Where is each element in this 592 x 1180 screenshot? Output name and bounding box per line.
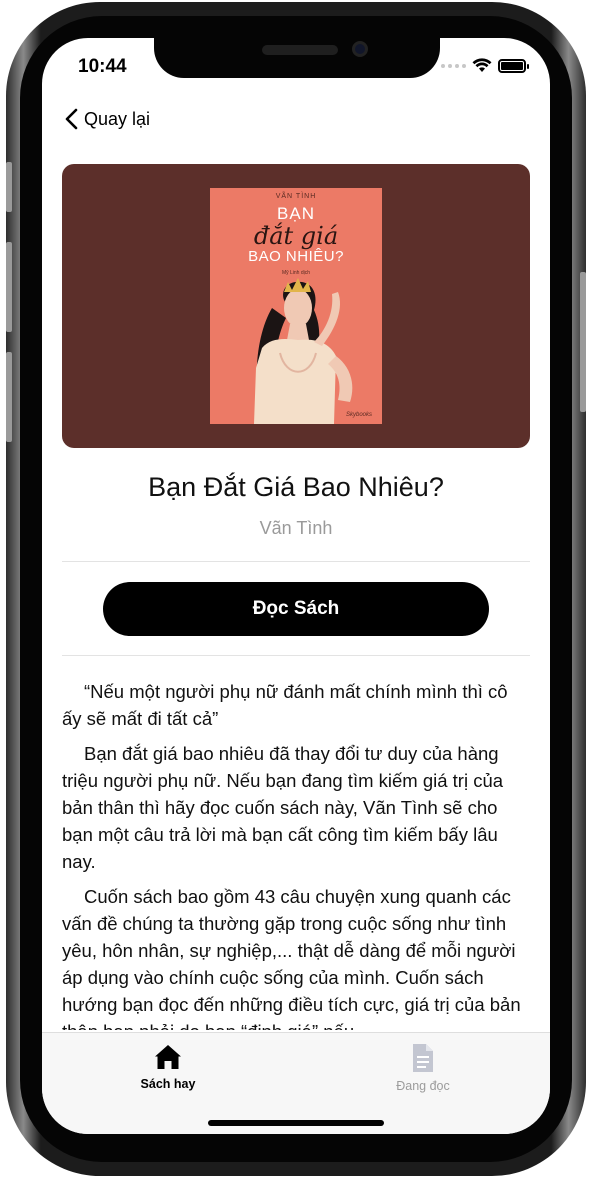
description-paragraph: Cuốn sách bao gồm 43 câu chuyện xung qua… (62, 886, 521, 1030)
wifi-icon (472, 58, 492, 72)
home-icon (155, 1045, 181, 1069)
home-indicator (208, 1120, 384, 1126)
status-icons (441, 58, 529, 73)
front-camera (352, 41, 368, 57)
app-screen: 10:44 Quay lại VÃN TÌNH BẠN đắt giá BAO … (42, 38, 550, 1134)
chevron-left-icon (65, 108, 78, 130)
read-book-button[interactable]: Đọc Sách (103, 582, 489, 636)
notch (154, 38, 440, 78)
battery-icon (498, 58, 529, 73)
document-icon (413, 1044, 433, 1072)
cover-card: VÃN TÌNH BẠN đắt giá BAO NHIÊU? Mỹ Linh … (62, 164, 530, 448)
tab-label: Sách hay (140, 1077, 196, 1091)
back-label: Quay lại (84, 108, 151, 129)
tab-dang-doc[interactable]: Đang đọc (358, 1043, 488, 1093)
status-time: 10:44 (78, 56, 127, 77)
divider (62, 561, 530, 562)
cover-illustration (254, 278, 353, 424)
book-title: Bạn Đắt Giá Bao Nhiêu? (148, 472, 444, 502)
tab-label: Đang đọc (396, 1079, 450, 1093)
book-author: Vãn Tình (259, 518, 333, 538)
power-button (580, 272, 586, 412)
back-button[interactable]: Quay lại (64, 104, 150, 134)
mute-switch (6, 162, 12, 212)
tab-bar: Sách hay Đang đọc (42, 1032, 550, 1134)
description-paragraph: Bạn đắt giá bao nhiêu đã thay đổi tư duy… (62, 743, 504, 872)
speaker-grille (262, 45, 338, 55)
book-description: “Nếu một người phụ nữ đánh mất chính mìn… (62, 678, 532, 1030)
signal-icon (441, 63, 466, 68)
book-cover-image: VÃN TÌNH BẠN đắt giá BAO NHIÊU? Mỹ Linh … (210, 188, 382, 424)
cover-publisher: Skybooks (345, 412, 372, 418)
volume-up-button (6, 242, 12, 332)
volume-down-button (6, 352, 12, 442)
description-paragraph: “Nếu một người phụ nữ đánh mất chính mìn… (62, 681, 508, 729)
tab-sach-hay[interactable]: Sách hay (103, 1043, 233, 1091)
divider (62, 655, 530, 656)
